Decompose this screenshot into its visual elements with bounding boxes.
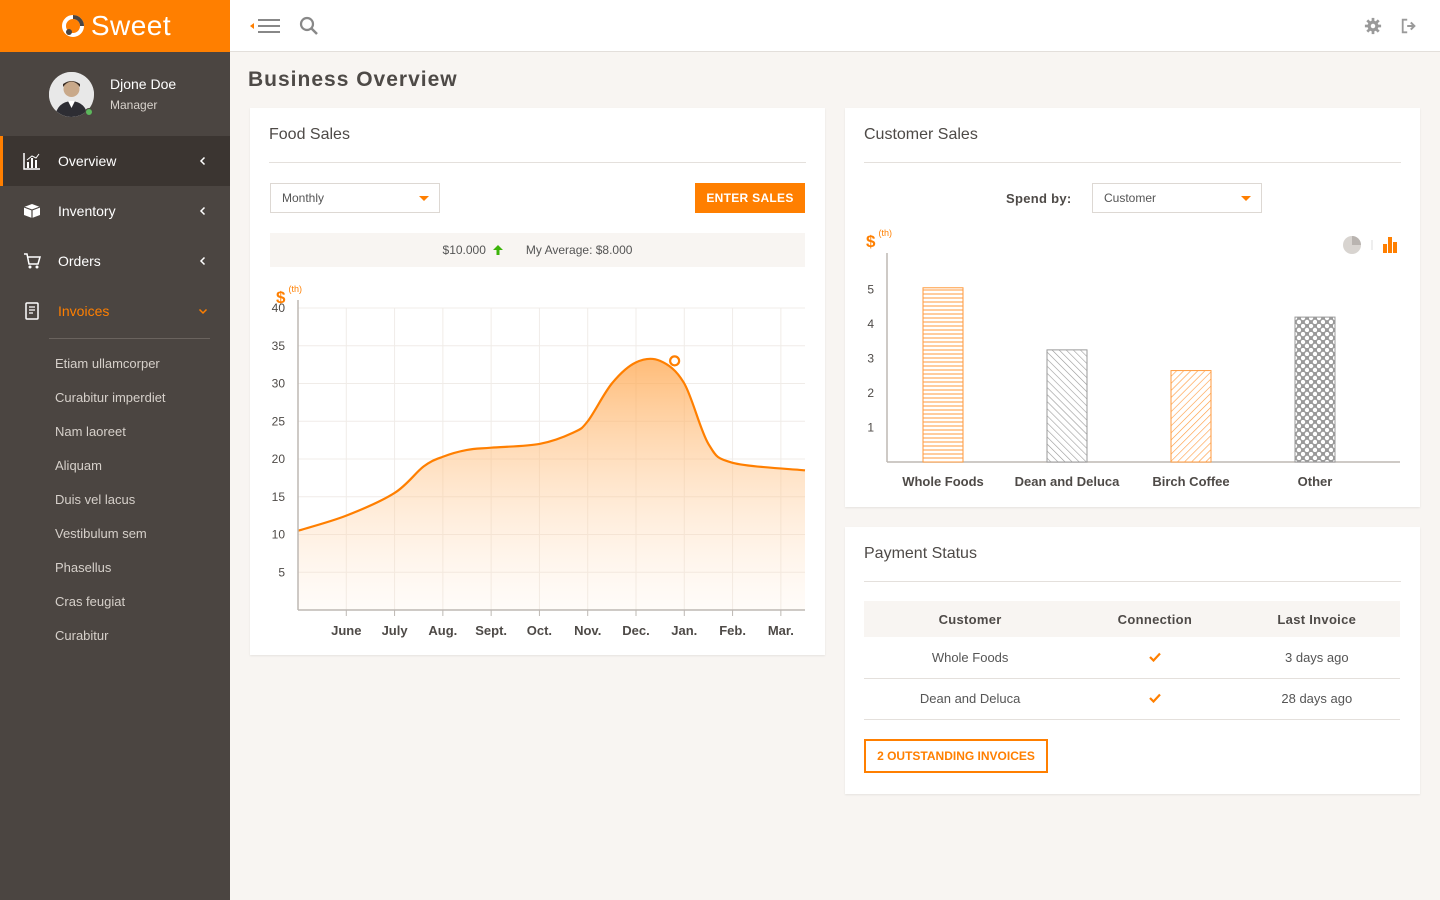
user-profile[interactable]: Djone Doe Manager [0,52,230,136]
brand[interactable]: Sweet [0,0,230,52]
topbar [230,0,1440,52]
sidebar-item-orders[interactable]: Orders [0,236,230,286]
x-tick-label: Oct. [527,623,552,638]
food-sales-area-chart: 5 10 15 20 25 30 35 40 June July Aug. Sept. Oct. Nov.… [272,300,806,638]
nav-divider [49,338,210,339]
x-tick-label: Aug. [428,623,457,638]
sidebar-subitem[interactable]: Etiam ullamcorper [0,347,230,381]
y-tick-label: 30 [272,377,286,391]
chevron-left-icon [199,206,206,216]
sidebar: Sweet Djone Doe Manager Overview Invento… [0,0,230,900]
avatar[interactable] [49,71,94,117]
y-tick-label: 40 [272,301,286,315]
y-tick-label: 1 [867,421,874,435]
y-tick-label: 35 [272,339,286,353]
sidebar-item-label: Invoices [58,303,110,319]
card-title: Payment Status [864,545,977,562]
y-tick-label: 2 [867,386,874,400]
bar[interactable] [1170,370,1212,463]
invoices-submenu: Etiam ullamcorper Curabitur imperdiet Nam … [0,347,230,653]
sidebar-item-inventory[interactable]: Inventory [0,186,230,236]
sweet-logo-icon [61,15,84,37]
payment-status-table: Customer Connection Last Invoice Whole F… [864,601,1400,720]
truck-icon [22,201,42,221]
connection-cell [1076,678,1234,720]
y-tick-label: 4 [867,317,874,331]
x-tick-label: Birch Coffee [1152,474,1229,489]
card-divider [864,581,1401,582]
user-name: Djone Doe [110,76,177,92]
table-row[interactable]: Whole Foods 3 days ago [864,637,1400,679]
sidebar-subitem[interactable]: Cras feugiat [0,585,230,619]
last-invoice-cell: 3 days ago [1233,637,1400,679]
brand-name: Sweet [90,10,172,41]
y-tick-label: 3 [867,352,874,366]
search-icon[interactable] [298,15,320,37]
checkmark-icon [1149,652,1161,662]
chevron-down-icon [198,308,208,315]
sidebar-item-label: Overview [58,153,117,169]
customer-cell: Whole Foods [864,637,1077,679]
x-tick-label: June [331,623,361,638]
x-tick-label: Whole Foods [902,474,984,489]
x-tick-label: Dec. [622,623,649,638]
chevron-left-icon [199,256,206,266]
x-tick-label: Other [1298,474,1333,489]
bar[interactable] [1046,349,1088,463]
cart-icon [22,251,42,271]
bar[interactable] [1294,316,1336,463]
sidebar-item-invoices[interactable]: Invoices [0,286,230,336]
food-sales-card: Food Sales Monthly ENTER SALES $10.000 M… [250,108,825,655]
sidebar-item-overview[interactable]: Overview [0,136,230,186]
payment-status-card: Payment Status Customer Connection Last … [845,527,1420,794]
sidebar-subitem[interactable]: Aliquam [0,449,230,483]
bar-chart-icon [22,151,42,171]
y-tick-label: 5 [278,565,285,579]
checkmark-icon [1149,693,1161,704]
table-header-row: Customer Connection Last Invoice [864,601,1400,637]
sidebar-item-label: Inventory [58,203,116,219]
y-tick-label: 10 [272,528,286,542]
chevron-left-icon [199,156,206,166]
table-row[interactable]: Dean and Deluca 28 days ago [864,678,1400,720]
x-tick-label: Nov. [574,623,601,638]
page-title: Business Overview [248,68,458,91]
y-tick-label: 20 [272,452,286,466]
menu-toggle-icon[interactable] [250,15,282,37]
x-tick-label: July [382,623,409,638]
connection-cell [1076,637,1234,679]
y-tick-label: 25 [272,414,286,428]
bar[interactable] [922,287,964,463]
sidebar-subitem[interactable]: Vestibulum sem [0,517,230,551]
sidebar-subitem[interactable]: Phasellus [0,551,230,585]
area-fill [298,358,805,610]
x-tick-label: Feb. [719,623,746,638]
x-tick-label: Sept. [475,623,507,638]
column-header-last-invoice[interactable]: Last Invoice [1233,601,1400,637]
sidebar-subitem[interactable]: Curabitur imperdiet [0,381,230,415]
column-header-connection[interactable]: Connection [1076,601,1234,637]
sidebar-subitem[interactable]: Curabitur [0,619,230,653]
sidebar-item-label: Orders [58,253,101,269]
user-role: Manager [110,98,158,112]
customer-sales-card: Customer Sales Spend by: Customer $(th) [845,108,1420,507]
logout-icon[interactable] [1398,15,1420,37]
online-status-dot [85,107,93,116]
y-tick-label: 15 [272,490,286,504]
x-tick-label: Jan. [671,623,697,638]
customer-sales-bar-chart: 1 2 3 4 5 Whole Foods Dean and Deluca Birch Cof… [867,253,1400,489]
x-tick-label: Mar. [768,623,794,638]
gear-icon[interactable] [1362,15,1384,37]
outstanding-invoices-button[interactable]: 2 OUTSTANDING INVOICES [864,739,1048,773]
sidebar-subitem[interactable]: Nam laoreet [0,415,230,449]
last-invoice-cell: 28 days ago [1233,678,1400,720]
column-header-customer[interactable]: Customer [864,601,1077,637]
invoice-icon [22,301,42,321]
sidebar-subitem[interactable]: Duis vel lacus [0,483,230,517]
highlight-point[interactable] [669,355,681,367]
x-tick-label: Dean and Deluca [1015,474,1121,489]
customer-cell: Dean and Deluca [864,678,1077,720]
y-tick-label: 5 [867,283,874,297]
